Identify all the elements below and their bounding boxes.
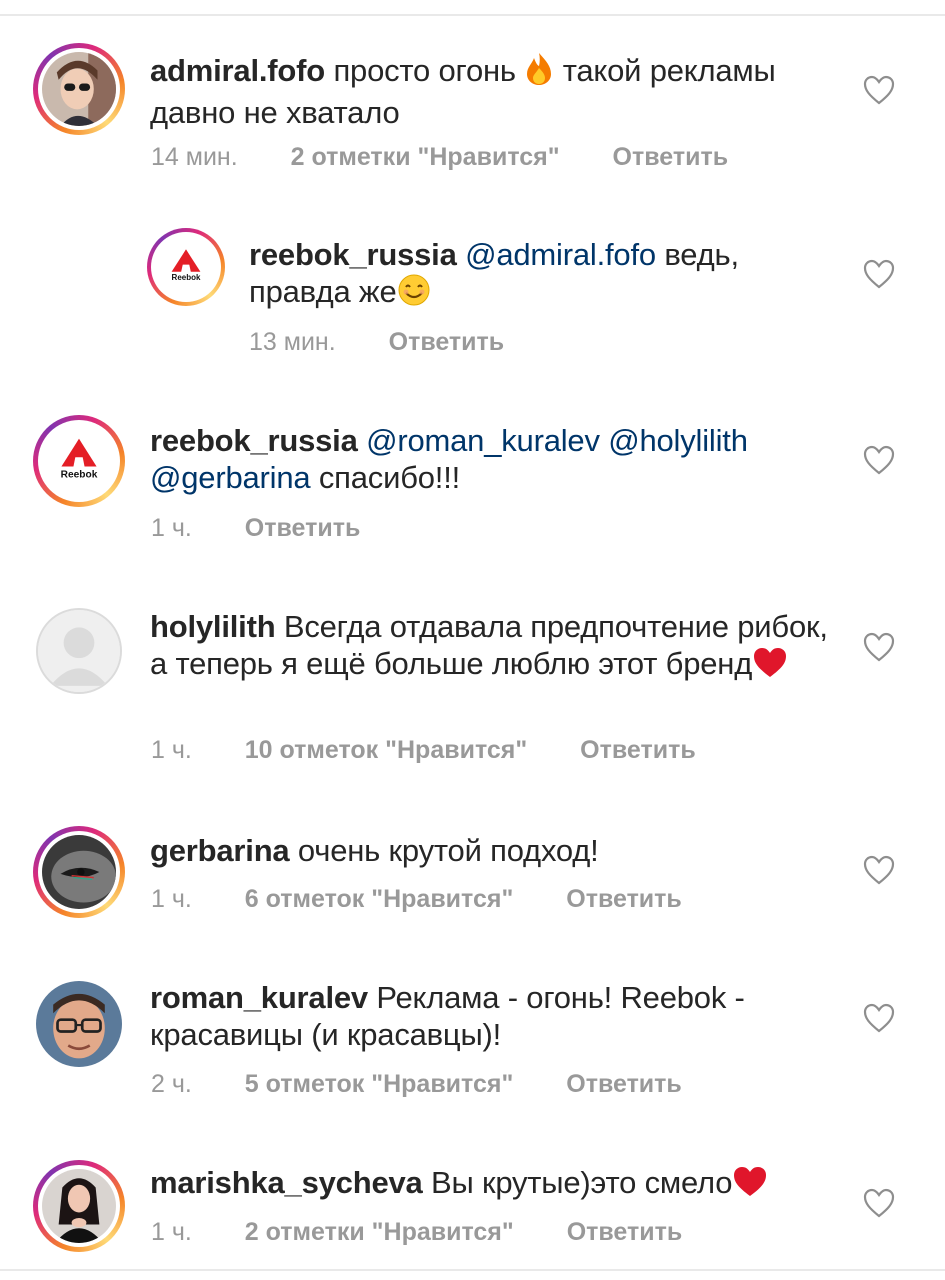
mention-link[interactable]: @admiral.fofo xyxy=(465,237,656,272)
comment-meta: 13 мин. Ответить xyxy=(249,328,550,357)
like-heart-icon[interactable] xyxy=(863,259,895,289)
likes-count[interactable]: 2 отметки "Нравится" xyxy=(291,143,560,171)
like-heart-icon[interactable] xyxy=(863,75,895,105)
comment-time: 1 ч. xyxy=(151,514,192,542)
comment-text: roman_kuralev Реклама - огонь! Reebok - … xyxy=(150,979,840,1053)
reply-button[interactable]: Ответить xyxy=(580,736,696,764)
avatar[interactable] xyxy=(33,43,125,135)
mention-link[interactable]: @gerbarina xyxy=(150,460,311,495)
comment-meta: 14 мин. 2 отметки "Нравится" Ответить xyxy=(151,143,774,172)
reply-button[interactable]: Ответить xyxy=(566,885,682,913)
comment-time: 1 ч. xyxy=(151,1218,192,1246)
reebok-logo-icon: Reebok xyxy=(154,235,218,299)
like-heart-icon[interactable] xyxy=(863,1003,895,1033)
avatar[interactable] xyxy=(36,981,122,1067)
comment-username[interactable]: roman_kuralev xyxy=(150,980,368,1015)
likes-count[interactable]: 6 отметок "Нравится" xyxy=(245,885,514,913)
smiling-face-emoji-icon xyxy=(397,273,431,315)
like-heart-icon[interactable] xyxy=(863,445,895,475)
mention-link[interactable]: @roman_kuralev xyxy=(366,423,600,458)
user-photo xyxy=(36,981,122,1067)
comment-username[interactable]: marishka_sycheva xyxy=(150,1165,423,1200)
comment-text: admiral.fofo просто огонь такой рекламы … xyxy=(150,52,840,131)
mention-link[interactable]: @holylilith xyxy=(608,423,748,458)
likes-count[interactable]: 5 отметок "Нравится" xyxy=(245,1070,514,1098)
avatar[interactable] xyxy=(33,826,125,918)
comment-time: 1 ч. xyxy=(151,885,192,913)
comment-text: reebok_russia @roman_kuralev @holylilith… xyxy=(150,422,840,496)
likes-count[interactable]: 10 отметок "Нравится" xyxy=(245,736,527,764)
fire-emoji-icon xyxy=(524,52,554,94)
comment-username[interactable]: holylilith xyxy=(150,609,276,644)
svg-text:Reebok: Reebok xyxy=(172,273,201,282)
comment-text: holylilith Всегда отдавала предпочтение … xyxy=(150,608,840,687)
comment-text: gerbarina очень крутой подход! xyxy=(150,832,840,869)
likes-count[interactable]: 2 отметки "Нравится" xyxy=(245,1218,514,1246)
comment-time: 14 мин. xyxy=(151,143,238,171)
like-heart-icon[interactable] xyxy=(863,855,895,885)
red-heart-emoji-icon xyxy=(752,647,788,687)
avatar[interactable] xyxy=(33,1160,125,1252)
reply-button[interactable]: Ответить xyxy=(567,1218,683,1246)
comment-meta: 1 ч. 10 отметок "Нравится" Ответить xyxy=(151,736,742,765)
comment-body: очень крутой подход! xyxy=(297,833,599,868)
reply-button[interactable]: Ответить xyxy=(613,143,729,171)
avatar[interactable]: Reebok xyxy=(33,415,125,507)
bottom-divider xyxy=(0,1269,945,1271)
comment-time: 13 мин. xyxy=(249,328,336,356)
comment-username[interactable]: reebok_russia xyxy=(150,423,358,458)
top-divider xyxy=(0,14,945,16)
avatar[interactable]: Reebok xyxy=(147,228,225,306)
reply-button[interactable]: Ответить xyxy=(566,1070,682,1098)
user-photo xyxy=(42,52,116,126)
comment-meta: 2 ч. 5 отметок "Нравится" Ответить xyxy=(151,1070,728,1099)
comment-text: reebok_russia @admiral.fofo ведь, правда… xyxy=(249,236,809,315)
avatar[interactable] xyxy=(36,608,122,694)
like-heart-icon[interactable] xyxy=(863,1188,895,1218)
svg-text:Reebok: Reebok xyxy=(61,470,98,481)
comment-meta: 1 ч. Ответить xyxy=(151,514,406,543)
comment-username[interactable]: gerbarina xyxy=(150,833,290,868)
red-heart-emoji-icon xyxy=(732,1166,768,1206)
comment-username[interactable]: admiral.fofo xyxy=(150,53,325,88)
comment-body: спасибо!!! xyxy=(310,460,461,495)
reply-button[interactable]: Ответить xyxy=(245,514,361,542)
comment-meta: 1 ч. 6 отметок "Нравится" Ответить xyxy=(151,885,728,914)
like-heart-icon[interactable] xyxy=(863,632,895,662)
comment-body-part: просто огонь xyxy=(333,53,525,88)
comment-time: 2 ч. xyxy=(151,1070,192,1098)
comment-meta: 1 ч. 2 отметки "Нравится" Ответить xyxy=(151,1218,728,1247)
comment-text: marishka_sycheva Вы крутые)это смело xyxy=(150,1164,840,1206)
reebok-logo-icon: Reebok xyxy=(42,424,116,498)
user-photo xyxy=(42,835,116,909)
reply-button[interactable]: Ответить xyxy=(389,328,505,356)
default-user-icon xyxy=(38,610,120,692)
comment-body: Вы крутые)это смело xyxy=(430,1165,733,1200)
user-photo xyxy=(42,1169,116,1243)
comment-username[interactable]: reebok_russia xyxy=(249,237,457,272)
comment-time: 1 ч. xyxy=(151,736,192,764)
